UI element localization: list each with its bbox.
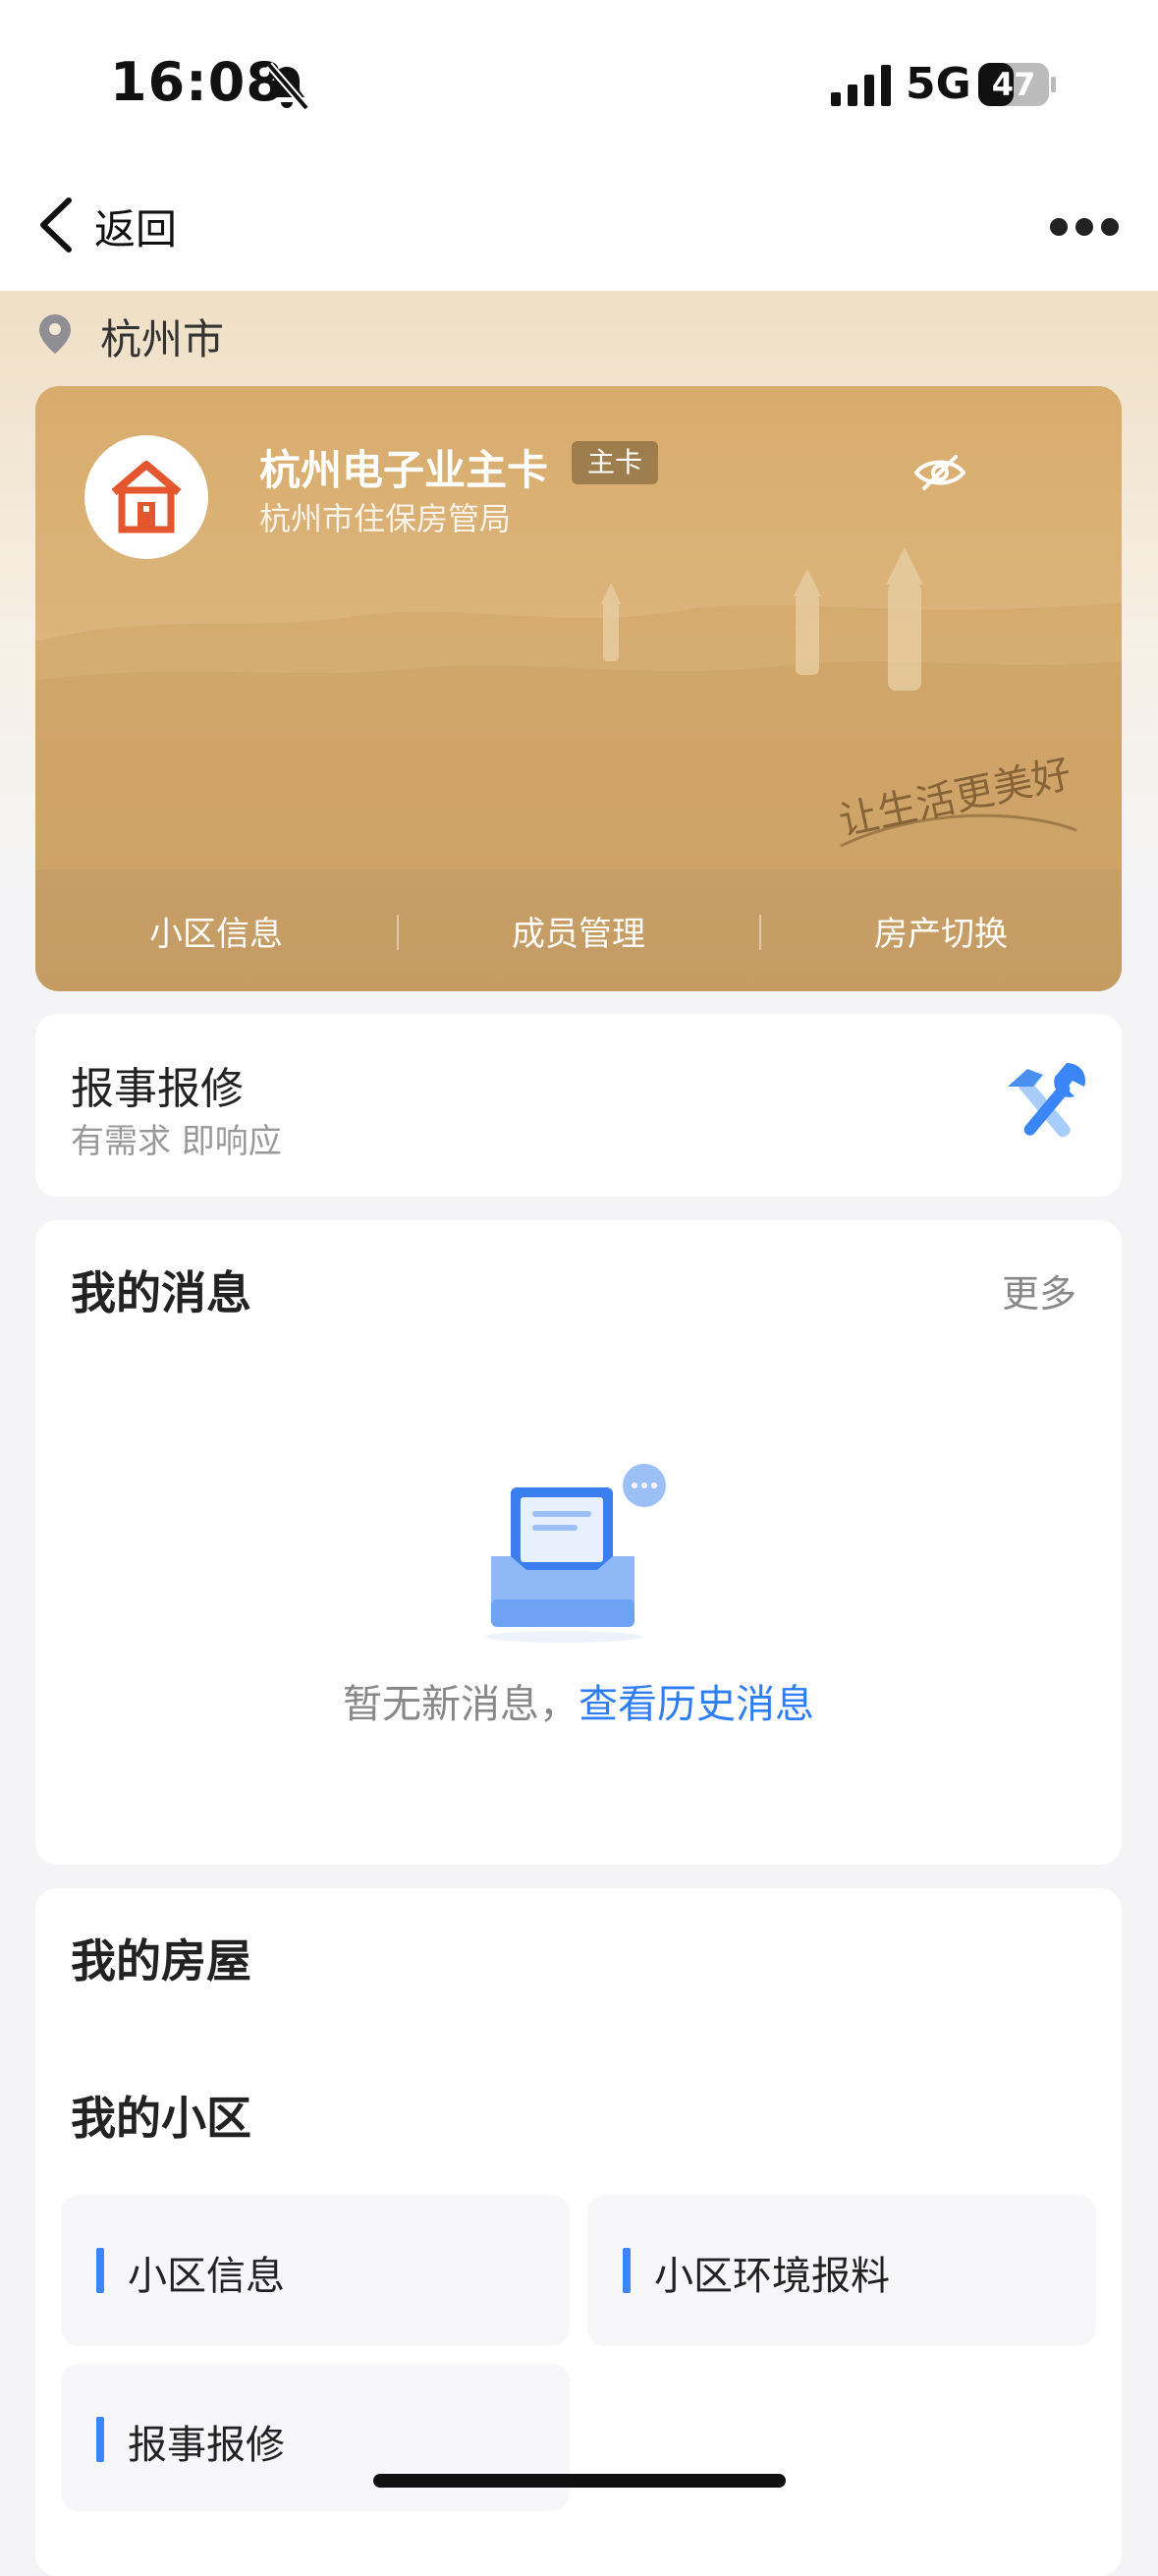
repair-item[interactable]: 报事报修: [61, 2364, 570, 2511]
history-messages-link[interactable]: 查看历史消息: [579, 1682, 814, 1727]
battery-level: 47: [991, 66, 1036, 103]
battery-icon: 47: [978, 61, 1057, 110]
grid-item-label: 小区环境报料: [654, 2254, 890, 2299]
signal-icon: [831, 65, 891, 106]
housing-bureau-logo: [84, 435, 208, 559]
status-time: 16:08: [110, 51, 284, 113]
empty-messages-row: 暂无新消息，查看历史消息: [35, 1672, 1122, 1729]
grid-item-label: 小区信息: [128, 2254, 285, 2299]
card-title: 杭州电子业主卡: [259, 446, 549, 494]
accent-bar: [96, 2417, 104, 2462]
empty-messages-text: 暂无新消息，: [343, 1682, 579, 1727]
back-button[interactable]: 返回: [94, 196, 177, 256]
repair-subtitle: 有需求 即响应: [71, 1122, 282, 1161]
tools-icon: [1008, 1063, 1086, 1138]
environment-report-item[interactable]: 小区环境报料: [587, 2195, 1096, 2346]
accent-bar: [96, 2248, 104, 2293]
card-issuer: 杭州市住保房管局: [259, 500, 512, 537]
empty-inbox-icon: [485, 1464, 666, 1643]
network-label: 5G: [906, 59, 971, 109]
tab-community-info[interactable]: 小区信息: [35, 907, 397, 955]
chevron-left-icon[interactable]: [35, 195, 79, 255]
eye-hidden-icon[interactable]: [912, 451, 967, 494]
tab-member-management[interactable]: 成员管理: [398, 907, 759, 955]
repair-title: 报事报修: [71, 1064, 244, 1114]
messages-title: 我的消息: [71, 1266, 251, 1319]
more-options-icon[interactable]: [1049, 216, 1120, 238]
tab-property-switch[interactable]: 房产切换: [760, 907, 1122, 955]
messages-more-link[interactable]: 更多: [1002, 1263, 1076, 1317]
my-house-title: 我的房屋: [71, 1934, 251, 1988]
location-pin-icon[interactable]: [37, 312, 73, 356]
main-card-badge: 主卡: [572, 441, 659, 484]
owner-card[interactable]: 让生活更美好 杭州电子业主卡 主卡 杭州市住保房管局 小区信息 成员管理 房产切…: [35, 386, 1122, 991]
community-info-item[interactable]: 小区信息: [61, 2195, 570, 2346]
my-community-title: 我的小区: [71, 2092, 251, 2145]
bell-muted-icon: [265, 62, 310, 111]
home-indicator[interactable]: [373, 2474, 786, 2488]
city-selector[interactable]: 杭州市: [100, 307, 224, 366]
grid-item-label: 报事报修: [128, 2423, 285, 2468]
accent-bar: [623, 2248, 631, 2293]
